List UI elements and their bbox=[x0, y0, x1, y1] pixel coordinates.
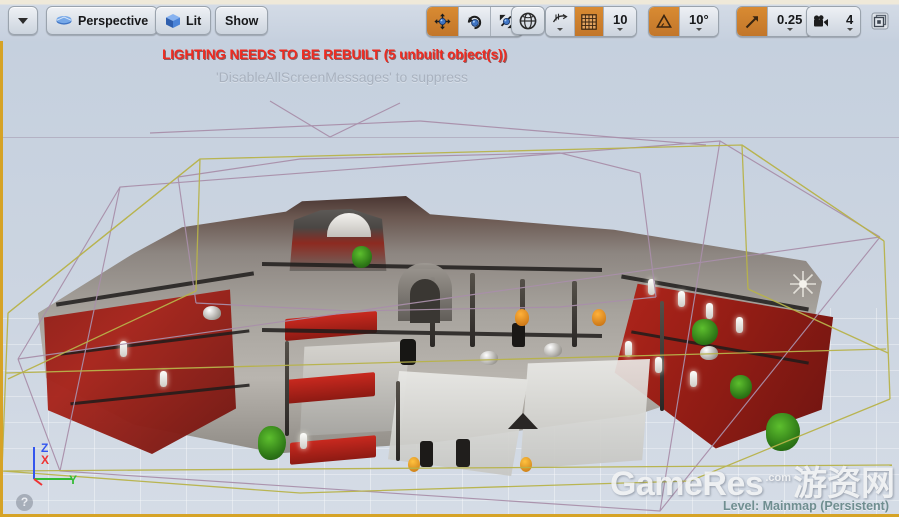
rotation-value-caret-icon bbox=[695, 28, 702, 31]
dome-lamp bbox=[700, 346, 718, 360]
grid-snap-toggle-button[interactable] bbox=[575, 7, 604, 36]
scale-snap-value[interactable]: 0.25 bbox=[768, 7, 812, 36]
vertical-pipe bbox=[470, 273, 475, 347]
translate-mode-button[interactable] bbox=[427, 7, 459, 36]
coordinate-system-button[interactable] bbox=[511, 6, 545, 35]
rotation-snap-toggle-button[interactable] bbox=[649, 7, 680, 36]
grid-snap-value-text: 10 bbox=[613, 12, 628, 27]
prop-barrel bbox=[420, 441, 433, 467]
rotation-snap-value-text: 10° bbox=[689, 12, 709, 27]
foliage-plant bbox=[258, 426, 286, 460]
light-fixture bbox=[690, 371, 697, 387]
surface-snap-button[interactable] bbox=[546, 7, 575, 36]
lit-cube-icon bbox=[166, 13, 180, 28]
move-arrows-icon bbox=[434, 13, 451, 30]
rotate-icon bbox=[467, 15, 482, 30]
lighting-mode-label: Lit bbox=[186, 13, 202, 28]
scale-snap-arrow-icon bbox=[745, 15, 758, 28]
restore-window-icon bbox=[871, 12, 889, 30]
orange-lamp bbox=[408, 457, 420, 472]
scale-snap-group: 0.25 bbox=[736, 6, 813, 37]
prop-barrel bbox=[456, 439, 470, 467]
vertical-pipe bbox=[572, 281, 577, 347]
orange-lamp bbox=[520, 457, 532, 472]
unreal-editor-viewport-window: Perspective Lit Show 10 10° 0.25 4 LIGHT… bbox=[0, 0, 899, 517]
surface-snap-caret-icon bbox=[557, 27, 563, 31]
chevron-down-icon bbox=[18, 17, 28, 24]
vertical-pipe bbox=[396, 381, 400, 461]
light-fixture bbox=[160, 371, 167, 387]
camera-speed-button[interactable] bbox=[807, 7, 839, 36]
show-menu-button[interactable]: Show bbox=[215, 6, 269, 35]
rotation-snap-group: 10° bbox=[648, 6, 719, 37]
grid-value-caret-icon bbox=[617, 28, 624, 31]
lighting-mode-lit-button[interactable]: Lit bbox=[155, 6, 212, 35]
foliage-plant bbox=[766, 413, 800, 451]
light-fixture bbox=[300, 433, 307, 449]
show-menu-label: Show bbox=[225, 13, 259, 28]
light-fixture bbox=[706, 303, 713, 319]
angle-icon bbox=[656, 14, 672, 28]
level-name-label: Level: Mainmap (Persistent) bbox=[722, 499, 889, 513]
prop-cylinder bbox=[400, 339, 416, 365]
light-fixture bbox=[736, 317, 743, 333]
dome-lamp bbox=[480, 351, 498, 365]
question-mark-icon[interactable]: ? bbox=[16, 494, 33, 511]
orange-lamp bbox=[515, 309, 529, 326]
vertical-pipe bbox=[660, 301, 664, 411]
dome-lamp bbox=[544, 343, 562, 357]
light-fixture bbox=[678, 291, 685, 307]
grid-snap-value[interactable]: 10 bbox=[604, 7, 637, 36]
grid-snap-group: 10 bbox=[545, 6, 638, 37]
grid-icon bbox=[581, 13, 597, 30]
light-fixture bbox=[655, 357, 662, 373]
transform-mode-group bbox=[426, 6, 523, 37]
prop-cylinder bbox=[512, 323, 525, 347]
axis-gizmo: Z X Y bbox=[33, 441, 77, 487]
archway-opening bbox=[410, 279, 440, 323]
axis-label-y: Y bbox=[69, 473, 77, 487]
camera-perspective-icon bbox=[56, 15, 72, 25]
view-mode-perspective-button[interactable]: Perspective bbox=[46, 6, 159, 35]
scale-value-caret-icon bbox=[786, 28, 793, 31]
camera-speed-value-text: 4 bbox=[846, 12, 854, 27]
orange-lamp bbox=[592, 309, 606, 326]
vertical-pipe bbox=[285, 341, 289, 436]
movie-camera-icon bbox=[814, 14, 828, 26]
rotate-mode-button[interactable] bbox=[459, 7, 491, 36]
camera-speed-group: 4 bbox=[806, 6, 862, 37]
camera-speed-caret-icon bbox=[846, 28, 853, 31]
interior-floor-2 bbox=[520, 359, 650, 469]
globe-icon bbox=[519, 12, 537, 29]
light-fixture bbox=[120, 341, 127, 357]
axis-label-x: X bbox=[41, 453, 49, 467]
light-fixture bbox=[625, 341, 632, 357]
view-mode-label: Perspective bbox=[78, 13, 149, 28]
viewport-options-dropdown[interactable] bbox=[8, 6, 38, 35]
scale-snap-toggle-button[interactable] bbox=[737, 7, 768, 36]
rotation-snap-value[interactable]: 10° bbox=[680, 7, 718, 36]
surface-snap-icon bbox=[552, 13, 568, 22]
camera-speed-value[interactable]: 4 bbox=[839, 7, 861, 36]
light-fixture bbox=[648, 279, 655, 295]
viewport-toolbar: Perspective Lit Show 10 10° 0.25 4 bbox=[0, 0, 899, 41]
scene-geometry bbox=[0, 41, 899, 517]
scale-snap-value-text: 0.25 bbox=[777, 12, 803, 27]
level-viewport[interactable]: LIGHTING NEEDS TO BE REBUILT (5 unbuilt … bbox=[0, 41, 899, 517]
dome-lamp bbox=[203, 306, 221, 320]
maximize-viewport-button[interactable] bbox=[871, 12, 889, 30]
